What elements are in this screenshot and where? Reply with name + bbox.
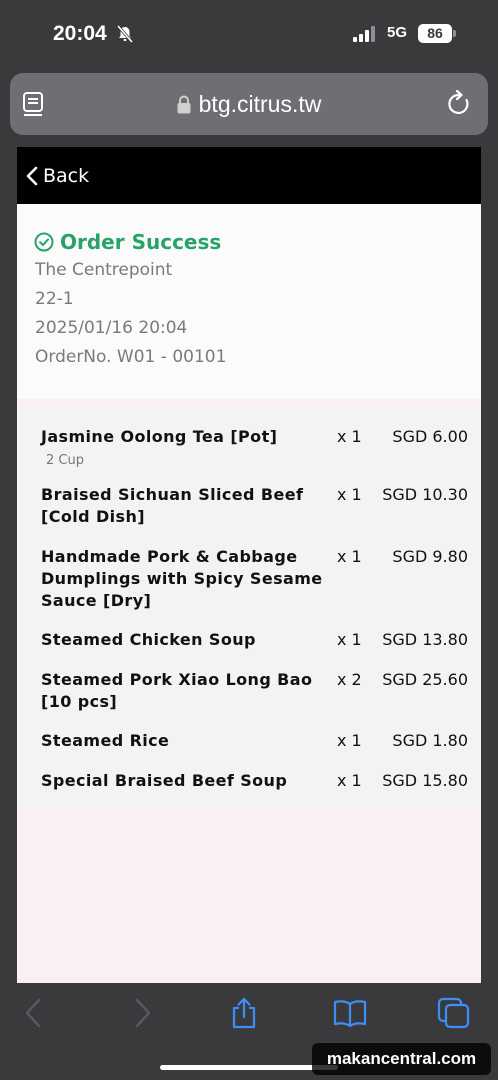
item-qty: x 1 [337, 731, 362, 750]
restaurant-location: The Centrepoint [35, 260, 173, 280]
bookmarks-icon[interactable] [332, 997, 368, 1029]
order-datetime: 2025/01/16 20:04 [35, 318, 188, 338]
back-button[interactable]: Back [17, 147, 89, 204]
order-status-text: Order Success [60, 230, 222, 254]
chevron-left-icon [26, 166, 38, 185]
battery-icon: 86 [418, 24, 452, 43]
status-time: 20:04 [53, 22, 107, 45]
order-items-list: Jasmine Oolong Tea [Pot] x 1 SGD 6.00 2 … [17, 407, 481, 811]
item-name: Steamed Chicken Soup [41, 630, 256, 649]
network-type: 5G [387, 24, 408, 41]
item-name: Jasmine Oolong Tea [Pot] [41, 427, 278, 446]
item-price: SGD 25.60 [382, 670, 468, 689]
share-icon[interactable] [228, 997, 260, 1029]
order-status: Order Success [34, 230, 221, 254]
item-name: Steamed Rice [41, 731, 170, 750]
item-qty: x 2 [337, 670, 362, 689]
order-items-area: Jasmine Oolong Tea [Pot] x 1 SGD 6.00 2 … [17, 399, 481, 983]
tabs-icon[interactable] [437, 997, 471, 1029]
watermark: makancentral.com [312, 1043, 491, 1075]
item-qty: x 1 [337, 427, 362, 446]
cellular-signal-icon [353, 26, 375, 42]
item-price: SGD 1.80 [392, 731, 468, 750]
item-name: Handmade Pork & Cabbage Dumplings with S… [41, 547, 323, 610]
item-qty: x 1 [337, 630, 362, 649]
top-nav-bar: Back [17, 147, 481, 204]
item-qty: x 1 [337, 485, 362, 504]
reload-icon[interactable] [446, 90, 472, 118]
item-name: Braised Sichuan Sliced Beef [Cold Dish] [41, 485, 304, 526]
bell-muted-icon [116, 25, 134, 43]
item-note: 2 Cup [46, 453, 84, 468]
item-qty: x 1 [337, 547, 362, 566]
forward-arrow-icon[interactable] [126, 997, 158, 1029]
table-number: 22-1 [35, 289, 74, 309]
back-arrow-icon[interactable] [18, 997, 50, 1029]
item-name: Steamed Pork Xiao Long Bao [10 pcs] [41, 670, 313, 711]
item-price: SGD 10.30 [382, 485, 468, 504]
order-info-card: Order Success The Centrepoint 22-1 2025/… [17, 204, 481, 399]
status-bar: 20:04 5G 86 [0, 0, 498, 66]
item-price: SGD 9.80 [392, 547, 468, 566]
lock-icon [177, 95, 191, 113]
order-number: OrderNo. W01 - 00101 [35, 347, 227, 367]
url-display[interactable]: btg.citrus.tw [10, 73, 488, 135]
web-content: Back Order Success The Centrepoint 22-1 … [17, 147, 481, 983]
item-price: SGD 15.80 [382, 771, 468, 790]
url-text: btg.citrus.tw [198, 90, 322, 117]
back-label: Back [43, 164, 90, 187]
item-qty: x 1 [337, 771, 362, 790]
item-price: SGD 13.80 [382, 630, 468, 649]
battery-tip [453, 30, 456, 37]
item-price: SGD 6.00 [392, 427, 468, 446]
item-name: Special Braised Beef Soup [41, 771, 288, 790]
address-bar[interactable]: btg.citrus.tw [10, 73, 488, 135]
check-circle-icon [34, 232, 54, 252]
